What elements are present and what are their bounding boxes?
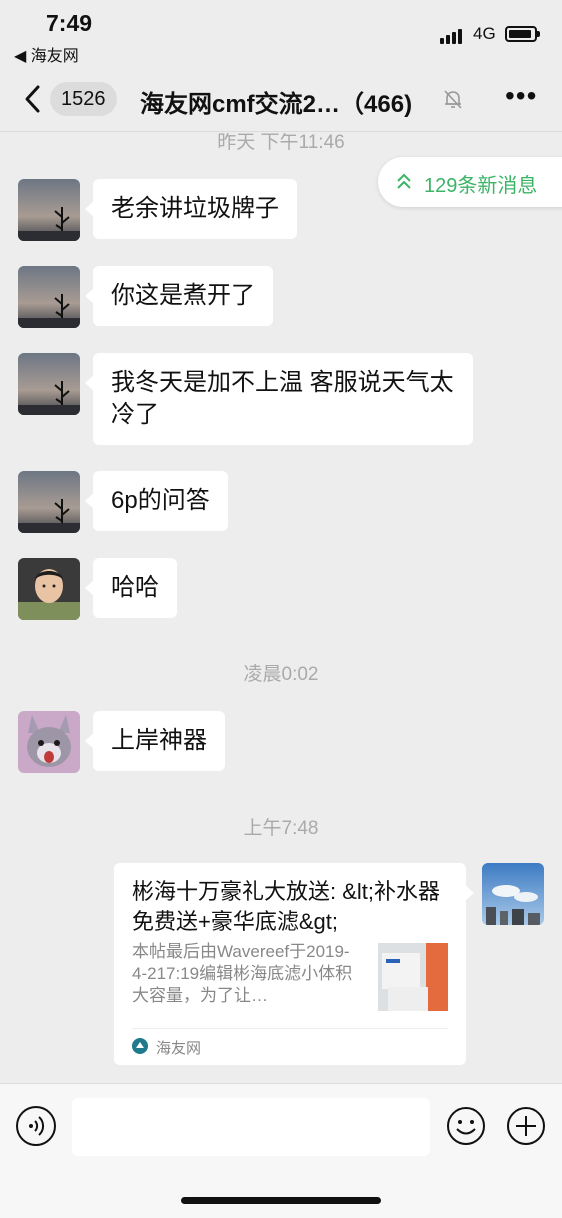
avatar[interactable] — [18, 558, 80, 620]
back-to-app-link[interactable]: ◀ 海友网 — [14, 42, 79, 66]
avatar[interactable] — [18, 471, 80, 533]
new-messages-label: 129条新消息 — [424, 175, 538, 197]
cellular-signal-icon — [440, 28, 466, 44]
link-card-description: 本帖最后由Wavereef于2019-4-217:19编辑彬海底滤小体积大容量，… — [132, 942, 353, 1005]
avatar[interactable] — [18, 266, 80, 328]
muted-bell-icon — [442, 88, 464, 110]
avatar[interactable] — [18, 353, 80, 415]
avatar[interactable] — [18, 711, 80, 773]
message-input[interactable] — [72, 1098, 430, 1156]
status-time: 7:49 — [46, 10, 93, 36]
link-card[interactable]: 彬海十万豪礼大放送: &lt;补水器免费送+豪华底滤&gt; 本帖最后由Wave… — [114, 863, 474, 1065]
message-bubble[interactable]: 哈哈 — [85, 558, 177, 618]
message-bubble[interactable]: 老余讲垃圾牌子 — [85, 179, 297, 239]
voice-input-button[interactable] — [16, 1106, 56, 1146]
network-type: 4G — [473, 24, 496, 43]
emoji-button[interactable] — [446, 1106, 486, 1146]
more-functions-button[interactable] — [506, 1106, 546, 1146]
more-options-button[interactable]: ••• — [505, 82, 537, 112]
chat-message-list[interactable]: 昨天 下午11:46 老余讲垃圾牌子 你这是煮开了 我冬天是加不上温 客服说天气… — [0, 133, 562, 1083]
divider — [132, 1028, 448, 1029]
timestamp-label: 凌晨0:02 — [243, 664, 319, 685]
back-arrow-icon[interactable] — [20, 82, 48, 116]
unread-count-badge[interactable]: 1526 — [50, 82, 117, 116]
message-bubble[interactable]: 我冬天是加不上温 客服说天气太冷了 — [85, 353, 473, 445]
link-card-source: 海友网 — [156, 1040, 202, 1057]
avatar[interactable] — [18, 179, 80, 241]
nav-bar: 1526 海友网cmf交流2…（466) ••• — [0, 68, 562, 132]
home-indicator[interactable] — [181, 1197, 381, 1204]
timestamp-label: 上午7:48 — [243, 818, 319, 839]
message-bubble[interactable]: 6p的问答 — [85, 471, 228, 531]
double-chevron-up-icon — [396, 172, 412, 192]
chat-title: 海友网cmf交流2…（466) — [140, 91, 413, 118]
site-logo-icon — [132, 1038, 148, 1054]
message-bubble[interactable]: 上岸神器 — [85, 711, 225, 771]
self-avatar[interactable] — [482, 863, 544, 925]
message-bubble[interactable]: 你这是煮开了 — [85, 266, 273, 326]
timestamp-label: 昨天 下午11:46 — [217, 133, 345, 153]
status-bar: 7:49 ◀ 海友网 4G — [0, 0, 562, 68]
new-messages-button[interactable]: 129条新消息 — [378, 157, 562, 207]
link-card-title: 彬海十万豪礼大放送: &lt;补水器免费送+豪华底滤&gt; — [132, 879, 441, 934]
link-card-thumbnail — [378, 943, 448, 1011]
battery-icon — [505, 26, 540, 42]
